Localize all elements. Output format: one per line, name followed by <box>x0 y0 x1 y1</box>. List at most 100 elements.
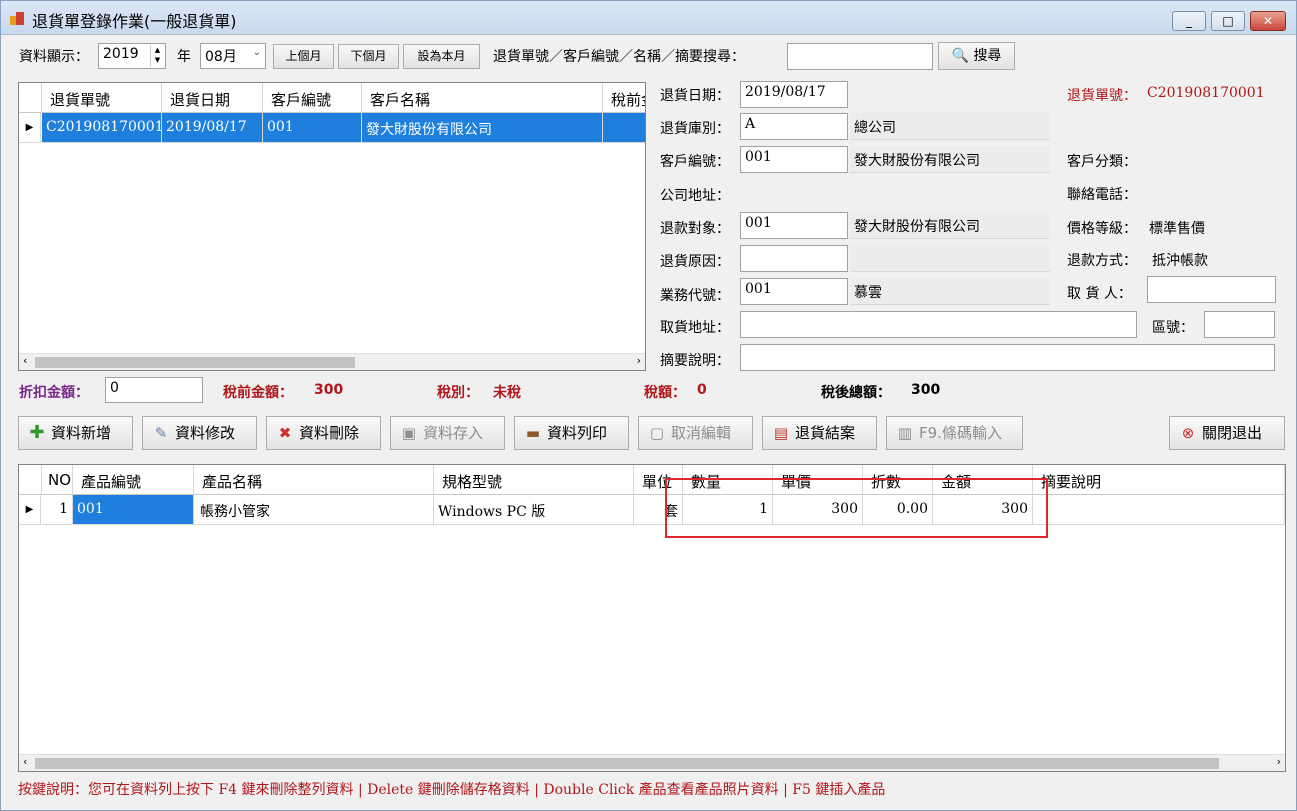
warehouse-code-field[interactable]: A <box>740 113 848 140</box>
row-selector-icon[interactable]: ▶ <box>19 113 41 143</box>
print-button[interactable]: ▬ 資料列印 <box>514 416 629 450</box>
zip-field[interactable] <box>1204 311 1275 338</box>
detail-product-id[interactable]: 001 <box>73 495 194 525</box>
tax-value: 0 <box>697 382 707 398</box>
list-horizontal-scrollbar[interactable]: ‹ › <box>19 353 645 370</box>
row-pretax[interactable] <box>603 113 645 143</box>
discount-field[interactable]: 0 <box>105 377 203 403</box>
detail-scroll-thumb[interactable] <box>35 758 1219 769</box>
row-return-no[interactable]: C201908170001 <box>42 113 162 143</box>
window-title: 退貨單登錄作業(一般退貨單) <box>32 12 237 31</box>
maximize-button[interactable]: □ <box>1211 11 1245 31</box>
summary-field[interactable] <box>740 344 1275 371</box>
detail-header-product-name[interactable]: 產品名稱 <box>194 465 434 495</box>
pretax-value: 300 <box>314 382 344 398</box>
detail-note[interactable] <box>1033 495 1285 525</box>
detail-header-corner <box>19 465 42 495</box>
add-button[interactable]: ✚ 資料新增 <box>18 416 133 450</box>
close-window-button[interactable]: ✕ <box>1250 11 1286 31</box>
discount-label: 折扣金額： <box>19 385 89 401</box>
delete-button[interactable]: ✖ 資料刪除 <box>266 416 381 450</box>
customer-id-field[interactable]: 001 <box>740 146 848 173</box>
scroll-left-icon[interactable]: ‹ <box>23 755 27 768</box>
year-spinner[interactable]: 2019 ▲ ▼ <box>98 43 166 69</box>
detail-header-spec[interactable]: 規格型號 <box>434 465 634 495</box>
pickup-person-field[interactable] <box>1147 276 1276 303</box>
minimize-button[interactable]: _ <box>1172 11 1206 31</box>
address-label: 公司地址： <box>660 188 730 204</box>
row-return-date[interactable]: 2019/08/17 <box>162 113 263 143</box>
detail-grid[interactable]: NO 產品編號 產品名稱 規格型號 單位 數量 單價 折數 金額 摘要說明 ▶ … <box>18 464 1286 772</box>
refund-target-name: 發大財股份有限公司 <box>850 212 1050 239</box>
scroll-right-icon[interactable]: › <box>637 354 641 367</box>
list-header-cust-id[interactable]: 客戶編號 <box>263 83 362 113</box>
refund-method-label: 退款方式： <box>1067 253 1137 269</box>
zip-label: 區號： <box>1152 320 1194 336</box>
edit-button[interactable]: ✎ 資料修改 <box>142 416 257 450</box>
sales-label: 業務代號： <box>660 288 730 304</box>
cancel-doc-icon: ▢ <box>649 424 665 442</box>
spinner-arrows-icon[interactable]: ▲ ▼ <box>150 45 164 67</box>
refund-target-label: 退款對象： <box>660 221 730 237</box>
detail-product-name[interactable]: 帳務小管家 <box>194 495 434 525</box>
reason-code-field[interactable] <box>740 245 848 272</box>
row-customer-name[interactable]: 發大財股份有限公司 <box>362 113 603 143</box>
phone-label: 聯絡電話： <box>1067 187 1137 203</box>
this-month-button[interactable]: 設為本月 <box>403 44 480 69</box>
sales-id-field[interactable]: 001 <box>740 278 848 305</box>
tax-type-value: 未稅 <box>493 385 521 401</box>
row-customer-id[interactable]: 001 <box>263 113 362 143</box>
customer-category-label: 客戶分類： <box>1067 154 1137 170</box>
cancel-edit-button[interactable]: ▢ 取消編輯 <box>638 416 753 450</box>
tax-label: 稅額： <box>644 385 686 401</box>
chevron-down-icon: ⌄ <box>252 47 261 58</box>
delete-x-icon: ✖ <box>278 424 292 442</box>
highlight-box <box>665 478 1048 538</box>
customer-name: 發大財股份有限公司 <box>850 146 1050 173</box>
barcode-input-button[interactable]: ▥ F9.條碼輸入 <box>886 416 1023 450</box>
pretax-label: 稅前金額： <box>223 385 293 401</box>
plus-icon: ✚ <box>29 422 45 443</box>
year-unit-label: 年 <box>177 49 191 65</box>
detail-header-no[interactable]: NO <box>42 465 73 495</box>
month-select[interactable]: 08月 ⌄ <box>200 43 266 69</box>
printer-icon: ▬ <box>525 424 541 442</box>
detail-spec[interactable]: Windows PC 版 <box>434 495 634 525</box>
exit-button[interactable]: ⊗ 關閉退出 <box>1169 416 1285 450</box>
scroll-left-icon[interactable]: ‹ <box>23 354 27 367</box>
pickup-address-label: 取貨地址： <box>660 320 730 336</box>
list-scroll-thumb[interactable] <box>35 357 355 368</box>
exit-icon: ⊗ <box>1181 424 1195 442</box>
refund-target-field[interactable]: 001 <box>740 212 848 239</box>
list-header-pretax[interactable]: 稅前金 <box>603 83 645 113</box>
customer-id-label: 客戶編號： <box>660 154 730 170</box>
warehouse-label: 退貨庫別： <box>660 121 730 137</box>
search-input[interactable] <box>787 43 933 70</box>
pickup-address-field[interactable] <box>740 311 1137 338</box>
list-header-date[interactable]: 退貨日期 <box>162 83 263 113</box>
eraser-icon: ✎ <box>154 424 168 442</box>
scroll-right-icon[interactable]: › <box>1277 755 1281 768</box>
search-button[interactable]: 🔍 搜尋 <box>938 42 1015 70</box>
year-value: 2019 <box>103 46 139 62</box>
return-date-field[interactable]: 2019/08/17 <box>740 81 848 108</box>
search-icon: 🔍 <box>951 48 969 64</box>
detail-horizontal-scrollbar[interactable]: ‹ › <box>19 754 1285 771</box>
main-window: 退貨單登錄作業(一般退貨單) _ □ ✕ 資料顯示： 2019 ▲ ▼ 年 08月… <box>0 0 1297 811</box>
detail-header-note[interactable]: 摘要說明 <box>1033 465 1285 495</box>
return-list-grid[interactable]: 退貨單號 退貨日期 客戶編號 客戶名稱 稅前金 ▶ C201908170001 … <box>18 82 646 371</box>
tax-type-label: 稅別： <box>437 385 479 401</box>
month-value: 08月 <box>205 49 237 65</box>
after-tax-label: 稅後總額： <box>821 385 891 401</box>
save-button[interactable]: ▣ 資料存入 <box>390 416 505 450</box>
list-header-cust-name[interactable]: 客戶名稱 <box>362 83 603 113</box>
detail-header-product-id[interactable]: 產品編號 <box>73 465 194 495</box>
warehouse-name: 總公司 <box>850 113 1050 140</box>
prev-month-button[interactable]: 上個月 <box>273 44 334 69</box>
detail-no: 1 <box>42 495 73 525</box>
list-header-no[interactable]: 退貨單號 <box>42 83 162 113</box>
next-month-button[interactable]: 下個月 <box>338 44 399 69</box>
row-selector-icon[interactable]: ▶ <box>19 495 41 525</box>
close-case-button[interactable]: ▤ 退貨結案 <box>762 416 877 450</box>
refund-method-value: 抵沖帳款 <box>1152 253 1208 269</box>
